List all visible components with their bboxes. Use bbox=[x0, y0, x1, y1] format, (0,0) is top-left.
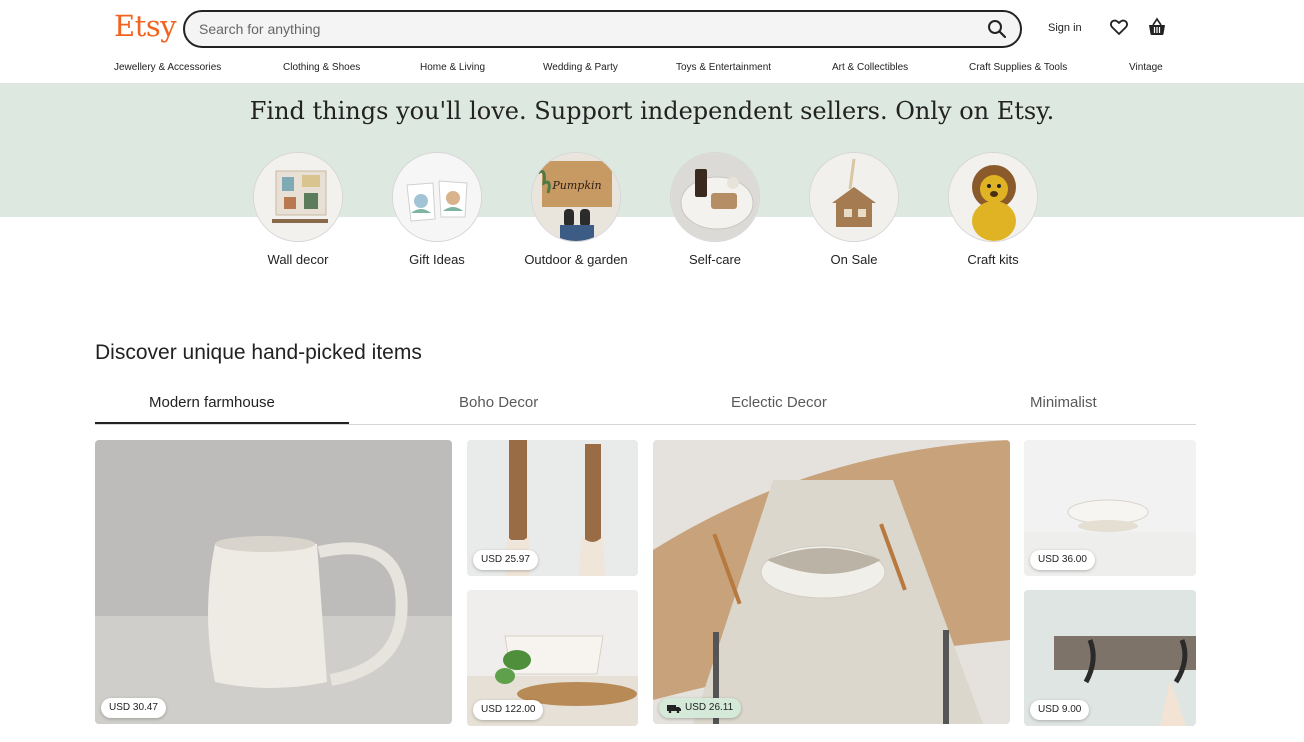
tab-eclectic-decor[interactable]: Eclectic Decor bbox=[731, 394, 827, 411]
search-icon[interactable] bbox=[986, 18, 1008, 40]
search-bar bbox=[183, 10, 1022, 48]
price-badge: USD 36.00 bbox=[1030, 550, 1095, 570]
site-header: Etsy Sign in Jewellery & Accessories Clo… bbox=[0, 0, 1304, 84]
tab-minimalist[interactable]: Minimalist bbox=[1030, 394, 1097, 411]
category-label: Craft kits bbox=[967, 252, 1019, 267]
category-label: Self-care bbox=[688, 252, 742, 267]
nav-item-vintage[interactable]: Vintage bbox=[1129, 62, 1163, 73]
nav-item-toys[interactable]: Toys & Entertainment bbox=[676, 62, 771, 73]
product-tile[interactable]: USD 25.97 bbox=[467, 440, 638, 576]
section-title: Discover unique hand-picked items bbox=[95, 341, 422, 364]
category-label: Gift Ideas bbox=[409, 252, 465, 267]
category-label: Wall decor bbox=[267, 252, 329, 267]
hero-title: Find things you'll love. Support indepen… bbox=[249, 97, 1055, 125]
category-wall-decor[interactable]: Wall decor bbox=[243, 152, 353, 268]
nav-item-art[interactable]: Art & Collectibles bbox=[832, 62, 908, 73]
price-badge: USD 30.47 bbox=[101, 698, 166, 718]
product-tile[interactable]: USD 122.00 bbox=[467, 590, 638, 726]
product-tile[interactable]: USD 26.11 bbox=[653, 440, 1010, 724]
favorites-heart-icon[interactable] bbox=[1108, 16, 1130, 38]
svg-text:Pumpkin: Pumpkin bbox=[551, 179, 601, 192]
category-outdoor-garden[interactable]: Pumpkin Outdoor & garden bbox=[521, 152, 631, 268]
price-badge: USD 25.97 bbox=[473, 550, 538, 570]
active-tab-indicator bbox=[95, 422, 349, 424]
category-image bbox=[948, 152, 1038, 242]
price-badge-free-delivery: USD 26.11 bbox=[659, 698, 742, 718]
category-on-sale[interactable]: On Sale bbox=[799, 152, 909, 268]
nav-item-craft-supplies[interactable]: Craft Supplies & Tools bbox=[969, 62, 1067, 73]
tab-boho-decor[interactable]: Boho Decor bbox=[459, 394, 538, 411]
category-image bbox=[253, 152, 343, 242]
category-nav: Jewellery & Accessories Clothing & Shoes… bbox=[114, 62, 1174, 76]
product-tile[interactable]: USD 36.00 bbox=[1024, 440, 1196, 576]
product-tile[interactable]: USD 30.47 bbox=[95, 440, 452, 724]
category-image bbox=[392, 152, 482, 242]
nav-item-jewellery[interactable]: Jewellery & Accessories bbox=[114, 62, 221, 73]
sign-in-link[interactable]: Sign in bbox=[1048, 22, 1082, 34]
cart-basket-icon[interactable] bbox=[1146, 16, 1168, 38]
product-tile[interactable]: USD 9.00 bbox=[1024, 590, 1196, 726]
category-label: Outdoor & garden bbox=[524, 252, 628, 267]
style-tabs: Modern farmhouse Boho Decor Eclectic Dec… bbox=[95, 388, 1196, 425]
category-craft-kits[interactable]: Craft kits bbox=[938, 152, 1048, 268]
tab-modern-farmhouse[interactable]: Modern farmhouse bbox=[149, 394, 275, 411]
category-self-care[interactable]: Self-care bbox=[660, 152, 770, 268]
category-image: Pumpkin bbox=[531, 152, 621, 242]
nav-item-clothing[interactable]: Clothing & Shoes bbox=[283, 62, 360, 73]
category-image bbox=[809, 152, 899, 242]
price-text: USD 26.11 bbox=[685, 702, 734, 713]
nav-item-home-living[interactable]: Home & Living bbox=[420, 62, 485, 73]
search-input[interactable] bbox=[199, 12, 959, 46]
category-gift-ideas[interactable]: Gift Ideas bbox=[382, 152, 492, 268]
etsy-logo[interactable]: Etsy bbox=[114, 9, 177, 43]
delivery-truck-icon bbox=[667, 705, 681, 713]
price-badge: USD 9.00 bbox=[1030, 700, 1090, 720]
category-image bbox=[670, 152, 760, 242]
price-badge: USD 122.00 bbox=[473, 700, 544, 720]
category-label: On Sale bbox=[830, 252, 878, 267]
nav-item-wedding[interactable]: Wedding & Party bbox=[543, 62, 618, 73]
